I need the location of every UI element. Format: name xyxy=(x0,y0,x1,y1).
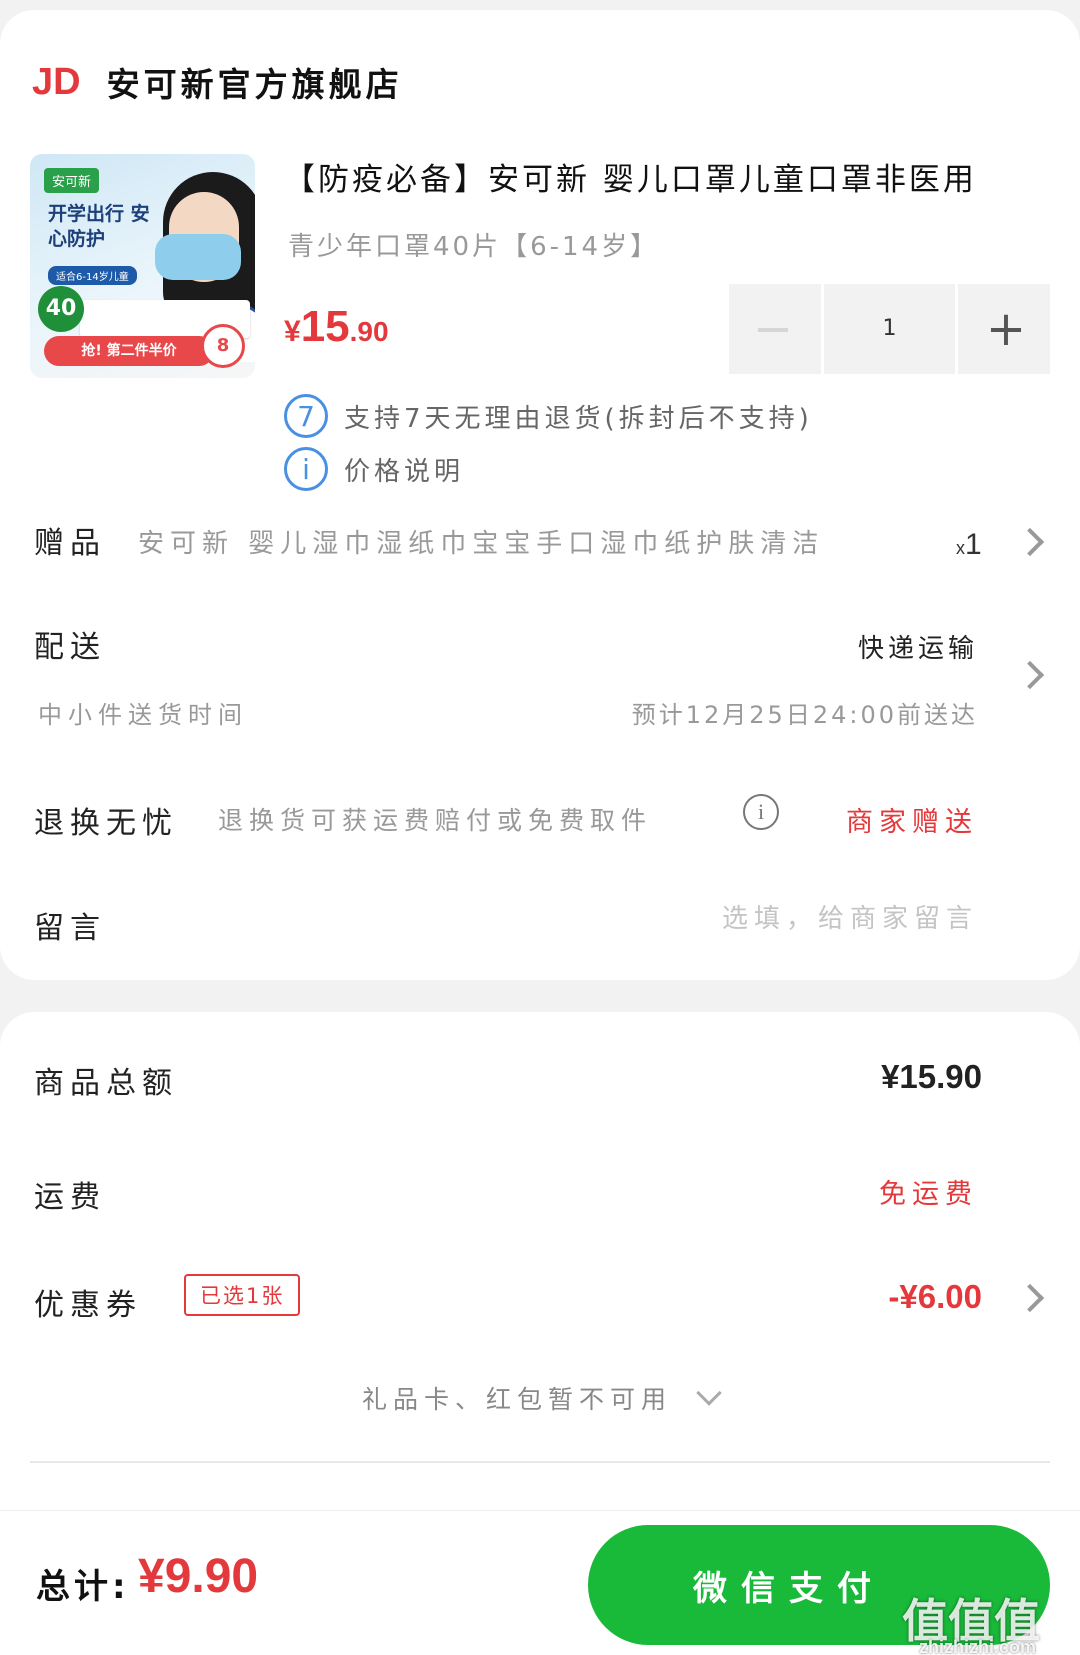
gift-chevron-right-icon[interactable] xyxy=(1015,527,1045,557)
returns-info-icon[interactable]: i xyxy=(743,794,779,830)
gift-label: 赠品 xyxy=(34,526,106,561)
goods-total-value: ¥15.90 xyxy=(881,1058,982,1095)
thumbnail-count-badge: 40 xyxy=(38,286,84,332)
guarantee-text: 支持7天无理由退货(拆封后不支持) xyxy=(344,403,813,434)
store-name: 安可新官方旗舰店 xyxy=(106,65,403,104)
divider xyxy=(30,1461,1050,1463)
jd-logo: JD xyxy=(32,60,81,103)
returns-description: 退换货可获运费赔付或免费取件 xyxy=(218,806,653,835)
message-input[interactable] xyxy=(558,904,978,934)
info-icon: i xyxy=(284,447,328,491)
price-decimal: .90 xyxy=(349,316,389,347)
delivery-label: 配送 xyxy=(34,630,106,665)
total-value: ¥9.90 xyxy=(138,1550,259,1603)
returns-label: 退换无忧 xyxy=(34,806,178,841)
coupon-selected-tag: 已选1张 xyxy=(184,1274,301,1316)
coupon-label: 优惠券 xyxy=(34,1288,142,1323)
gift-quantity: x1 xyxy=(956,528,982,562)
wechat-pay-button[interactable]: 微信支付 值值值 zhizhizhi.com xyxy=(588,1525,1050,1655)
goods-total-label: 商品总额 xyxy=(34,1066,178,1101)
thumbnail-subline: 适合6-14岁儿童 xyxy=(48,266,137,285)
gift-description[interactable]: 安可新 婴儿湿巾湿纸巾宝宝手口湿巾纸护肤清洁 xyxy=(138,523,898,560)
seven-day-return-guarantee[interactable]: 7 支持7天无理由退货(拆封后不支持) xyxy=(284,394,813,438)
price-explanation-link[interactable]: i 价格说明 xyxy=(284,447,464,491)
message-label: 留言 xyxy=(34,911,106,946)
product-price: ¥15.90 xyxy=(284,302,389,352)
decrease-quantity-button[interactable]: − xyxy=(729,284,817,374)
returns-seller-gift-tag: 商家赠送 xyxy=(846,807,978,838)
quantity-stepper: − 1 + xyxy=(729,284,1050,374)
giftcard-note-text: 礼品卡、红包暂不可用 xyxy=(361,1385,672,1414)
delivery-method[interactable]: 快递运输 xyxy=(858,628,978,665)
thumbnail-brand-badge: 安可新 xyxy=(44,168,100,193)
price-currency: ¥ xyxy=(284,315,301,348)
order-card: JD 安可新官方旗舰店 安可新 开学出行 安心防护 适合6-14岁儿童 40 抢… xyxy=(0,10,1080,980)
quantity-input[interactable]: 1 xyxy=(821,284,958,374)
thumbnail-promo-circle: 8 xyxy=(201,324,245,368)
delivery-time-label: 中小件送货时间 xyxy=(38,701,248,729)
shipping-value: 免运费 xyxy=(879,1179,978,1210)
checkout-bar: 总计: ¥9.90 微信支付 值值值 zhizhizhi.com xyxy=(0,1510,1080,1655)
product-variant: 青少年口罩40片【6-14岁】 xyxy=(288,232,660,262)
gift-qty-value: 1 xyxy=(965,528,982,561)
wechat-pay-label: 微信支付 xyxy=(693,1568,885,1609)
chevron-down-icon xyxy=(696,1380,722,1406)
shipping-label: 运费 xyxy=(34,1180,106,1215)
watermark-url: zhizhizhi.com xyxy=(919,1637,1036,1655)
delivery-chevron-right-icon[interactable] xyxy=(1015,660,1045,690)
price-explanation-text: 价格说明 xyxy=(344,456,465,487)
product-title[interactable]: 【防疫必备】安可新 婴儿口罩儿童口罩非医用 xyxy=(284,160,1054,200)
price-integer: 15 xyxy=(300,302,350,351)
thumbnail-promo-ribbon: 抢! 第二件半价 xyxy=(44,336,214,366)
giftcard-unavailable-toggle[interactable]: 礼品卡、红包暂不可用 xyxy=(0,1380,1080,1416)
thumbnail-headline: 开学出行 安心防护 xyxy=(48,203,150,250)
gift-qty-prefix: x xyxy=(956,538,965,558)
coupon-discount-value[interactable]: -¥6.00 xyxy=(888,1278,982,1316)
seven-day-icon: 7 xyxy=(284,394,328,438)
total-label: 总计: xyxy=(36,1567,130,1607)
store-header[interactable]: JD 安可新官方旗舰店 xyxy=(32,58,403,106)
increase-quantity-button[interactable]: + xyxy=(962,284,1050,374)
product-thumbnail[interactable]: 安可新 开学出行 安心防护 适合6-14岁儿童 40 抢! 第二件半价 8 xyxy=(30,154,255,378)
delivery-eta: 预计12月25日24:00前送达 xyxy=(631,701,978,729)
